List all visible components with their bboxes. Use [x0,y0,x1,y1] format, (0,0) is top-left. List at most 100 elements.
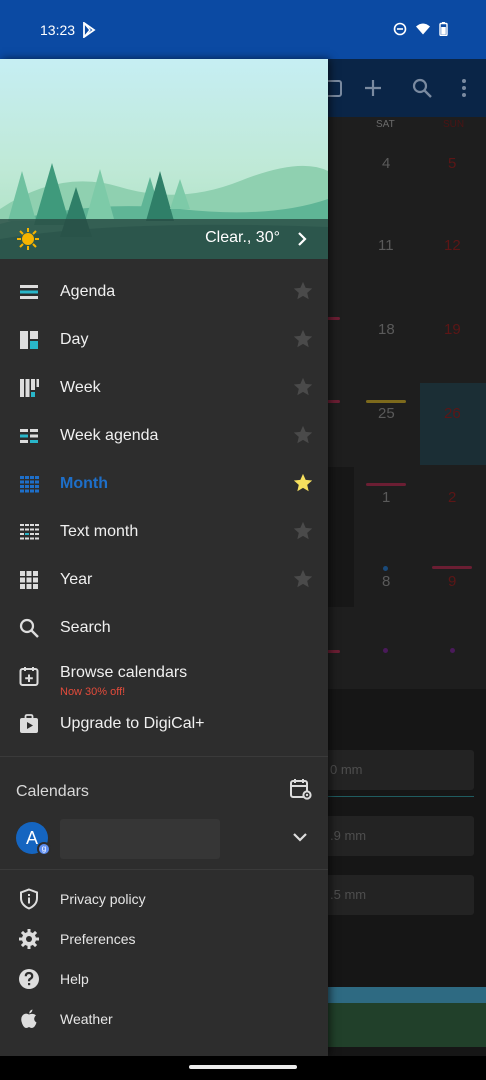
menu-item-label: Weather [60,1011,113,1027]
calendar-settings-icon[interactable] [289,777,313,801]
star-icon[interactable] [292,472,314,494]
day-number: 1 [382,489,391,506]
drawer-header: Clear., 30° [0,59,328,259]
background-image [322,987,486,1047]
menu-item-help[interactable]: Help [0,959,328,999]
chevron-right-icon [298,232,307,246]
status-bar: 13:23 [0,0,486,59]
menu-item-month[interactable]: Month [0,460,328,508]
day-header-sat: SAT [376,119,395,130]
day-number: 2 [448,489,457,506]
menu-item-weather[interactable]: Weather [0,999,328,1039]
day-number: 25 [378,405,395,422]
dnd-icon [393,22,407,36]
add-icon[interactable] [362,77,384,99]
event-dot [383,648,388,653]
day-number: 9 [448,573,457,590]
menu-item-label: Year [60,571,93,588]
menu-item-label: Week [60,379,101,396]
battery-icon [439,22,448,36]
play-bag-icon [20,714,38,733]
weather-text: Clear., 30° [205,229,280,246]
status-icons [393,22,448,36]
status-time: 13:23 [40,22,76,38]
menu-item-label: Browse calendars [60,664,188,681]
background-field: .5 mm [322,875,474,915]
wifi-icon [416,23,430,35]
menu-item-label: Week agenda [60,427,159,444]
calendars-heading: Calendars [16,783,89,800]
background-field: 0 mm [322,750,474,790]
menu-item-privacy-policy[interactable]: Privacy policy [0,879,328,919]
apple-icon [21,1009,37,1028]
account-name-redacted[interactable] [60,819,220,859]
star-icon[interactable] [292,328,314,350]
day-number: 12 [444,237,461,254]
play-store-icon [83,22,96,38]
star-icon[interactable] [292,376,314,398]
star-icon[interactable] [292,568,314,590]
menu-item-label: Privacy policy [60,891,146,907]
menu-item-label: Help [60,971,89,987]
star-icon[interactable] [292,424,314,446]
menu-item-upgrade[interactable]: Upgrade to DigiCal+ [0,700,328,748]
menu-item-year[interactable]: Year [0,556,328,604]
search-icon[interactable] [411,77,433,99]
menu-item-week-agenda[interactable]: Week agenda [0,412,328,460]
event-dot [450,648,455,653]
day-number: 4 [382,155,391,172]
search-icon [19,618,39,638]
weather-bar[interactable]: Clear., 30° [0,219,328,259]
field-underline [322,796,474,797]
day-number: 5 [448,155,457,172]
menu-item-label: Upgrade to DigiCal+ [60,715,205,732]
menu-item-label: Agenda [60,283,116,300]
agenda-icon [20,285,38,299]
event-bar [432,566,472,569]
more-vert-icon[interactable] [453,77,475,99]
day-number: 19 [444,321,461,338]
promo-text: Now 30% off! [60,686,126,698]
menu-item-week[interactable]: Week [0,364,328,412]
star-icon[interactable] [292,520,314,542]
text-month-icon [20,524,39,540]
menu-item-agenda[interactable]: Agenda [0,268,328,316]
home-gesture-handle[interactable] [189,1065,297,1069]
year-icon [20,571,38,589]
shield-icon [20,888,38,910]
calendar-add-icon [19,667,39,686]
menu-item-label: Day [60,331,89,348]
event-bar [366,483,406,486]
sun-icon [17,228,39,250]
menu-item-text-month[interactable]: Text month [0,508,328,556]
drawer-menu: Agenda Day Week Week agenda Month Text m… [0,268,328,748]
day-number: 26 [444,405,461,422]
gear-icon [19,929,39,949]
menu-item-day[interactable]: Day [0,316,328,364]
background-field: .9 mm [322,816,474,856]
help-icon [19,969,39,989]
day-number: 18 [378,321,395,338]
day-icon [20,331,38,349]
event-bar [366,400,406,403]
today-highlight [420,383,486,465]
menu-item-preferences[interactable]: Preferences [0,919,328,959]
menu-item-label: Preferences [60,931,136,947]
menu-item-label: Search [60,619,111,636]
navigation-drawer: Clear., 30° Agenda Day Week Week agenda … [0,59,328,1056]
menu-item-browse-calendars[interactable]: Browse calendars Now 30% off! [0,652,328,700]
star-icon[interactable] [292,280,314,302]
day-number: 8 [382,573,391,590]
day-number: 11 [378,237,394,254]
google-badge-icon: g [37,842,51,856]
month-icon [20,476,39,493]
chevron-down-icon[interactable] [292,831,308,845]
menu-item-search[interactable]: Search [0,604,328,652]
divider [0,756,328,757]
system-nav-bar [0,1056,486,1080]
week-icon [20,379,39,397]
day-header-sun: SUN [443,119,465,130]
event-dot [383,566,388,571]
menu-item-label: Month [60,475,108,492]
week-agenda-icon [20,429,38,443]
